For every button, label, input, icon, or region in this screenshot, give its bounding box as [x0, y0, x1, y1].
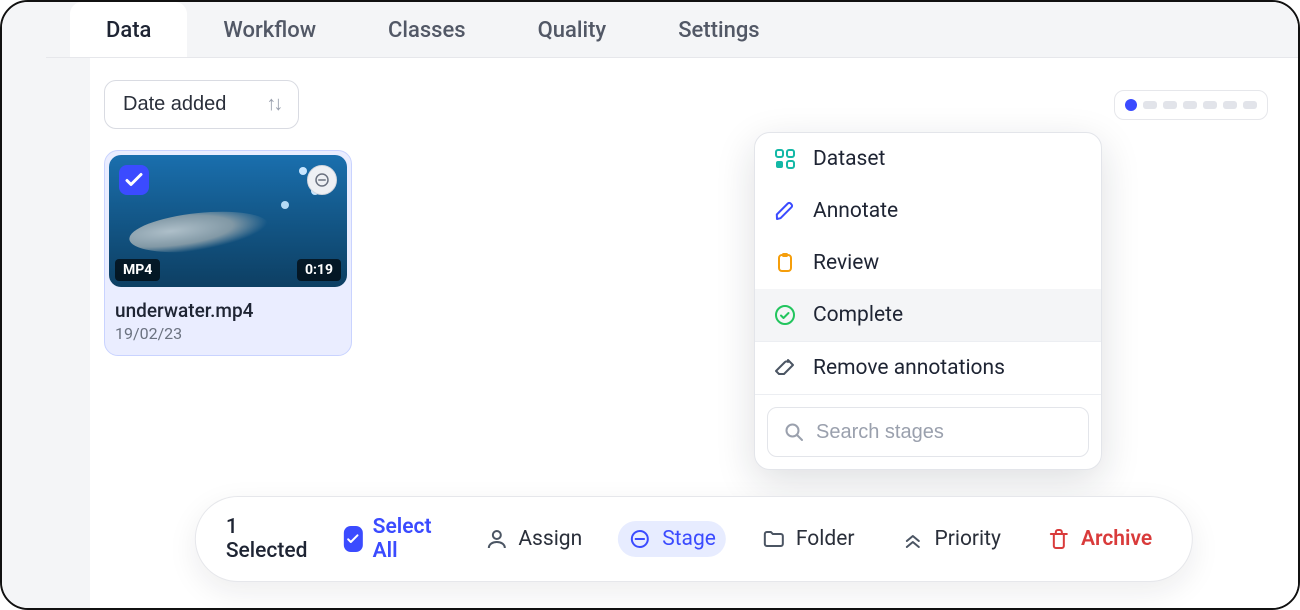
tab-label: Settings	[678, 18, 759, 43]
slider-seg	[1183, 101, 1197, 109]
user-icon	[484, 527, 508, 551]
tab-classes[interactable]: Classes	[352, 2, 502, 57]
priority-icon	[900, 527, 924, 551]
tab-bar: Data Workflow Classes Quality Settings	[46, 2, 1298, 58]
file-card[interactable]: MP4 0:19 underwater.mp4 19/02/23	[104, 150, 352, 356]
folder-label: Folder	[796, 527, 855, 551]
stage-popover: Dataset Annotate Review Complete Re	[754, 132, 1102, 470]
sort-arrows-icon: ↑↓	[266, 93, 280, 116]
eraser-icon	[773, 356, 797, 380]
select-all-label: Select All	[373, 515, 439, 563]
tab-data[interactable]: Data	[70, 2, 187, 57]
trash-icon	[1047, 527, 1071, 551]
stage-option-remove-annotations[interactable]: Remove annotations	[755, 342, 1101, 394]
page-bg: Data Workflow Classes Quality Settings D…	[46, 2, 1298, 608]
archive-label: Archive	[1081, 527, 1152, 551]
stage-option-label: Annotate	[813, 199, 898, 223]
slider-seg	[1143, 101, 1157, 109]
selection-action-bar: 1 Selected Select All Assign Stage	[195, 496, 1193, 582]
priority-label: Priority	[934, 527, 1000, 551]
pencil-icon	[773, 199, 797, 223]
tab-label: Workflow	[223, 18, 316, 43]
thumbnail-decor	[299, 167, 307, 175]
file-date: 19/02/23	[115, 324, 341, 343]
content-area: Date added ↑↓	[90, 58, 1298, 608]
stage-option-label: Remove annotations	[813, 356, 1005, 380]
stage-button[interactable]: Stage	[618, 521, 726, 557]
slider-knob	[1125, 99, 1137, 111]
slider-seg	[1203, 101, 1217, 109]
status-chip-icon[interactable]	[307, 165, 337, 195]
sort-label: Date added	[123, 93, 226, 116]
assign-label: Assign	[518, 527, 582, 551]
clipboard-icon	[773, 251, 797, 275]
stage-option-review[interactable]: Review	[755, 237, 1101, 289]
slider-seg	[1223, 101, 1237, 109]
stage-option-label: Dataset	[813, 147, 885, 171]
stage-search-input[interactable]	[816, 421, 1081, 444]
archive-button[interactable]: Archive	[1037, 521, 1162, 557]
stage-search[interactable]	[767, 407, 1089, 457]
tab-label: Data	[106, 18, 151, 43]
slider-seg	[1163, 101, 1177, 109]
priority-button[interactable]: Priority	[890, 521, 1010, 557]
tab-settings[interactable]: Settings	[642, 2, 795, 57]
file-meta: underwater.mp4 19/02/23	[105, 291, 351, 355]
sort-button[interactable]: Date added ↑↓	[104, 80, 299, 129]
grid-icon	[773, 147, 797, 171]
stage-option-annotate[interactable]: Annotate	[755, 185, 1101, 237]
tab-label: Quality	[538, 18, 607, 43]
stage-icon	[628, 527, 652, 551]
tab-workflow[interactable]: Workflow	[187, 2, 352, 57]
search-icon	[782, 420, 806, 444]
stage-option-dataset[interactable]: Dataset	[755, 133, 1101, 185]
folder-icon	[762, 527, 786, 551]
select-all-button[interactable]: Select All	[333, 509, 448, 569]
selected-check-icon[interactable]	[119, 165, 149, 195]
format-badge: MP4	[115, 259, 160, 281]
tab-quality[interactable]: Quality	[502, 2, 643, 57]
selected-count: 1 Selected	[226, 515, 308, 563]
folder-button[interactable]: Folder	[752, 521, 865, 557]
assign-button[interactable]: Assign	[474, 521, 592, 557]
stage-option-complete[interactable]: Complete	[755, 289, 1101, 341]
left-gutter	[2, 2, 46, 608]
stage-option-label: Complete	[813, 303, 903, 327]
duration-badge: 0:19	[297, 259, 341, 281]
slider-seg	[1243, 101, 1257, 109]
file-name: underwater.mp4	[115, 299, 341, 322]
thumbnail-size-slider[interactable]	[1114, 90, 1268, 120]
tab-label: Classes	[388, 18, 466, 43]
file-thumbnail: MP4 0:19	[109, 155, 347, 287]
divider	[755, 394, 1101, 395]
app-frame: Data Workflow Classes Quality Settings D…	[0, 0, 1300, 610]
toolbar: Date added ↑↓	[90, 58, 1298, 129]
checkbox-checked-icon	[343, 526, 362, 552]
check-circle-icon	[773, 303, 797, 327]
stage-label: Stage	[662, 527, 716, 551]
stage-option-label: Review	[813, 251, 879, 275]
